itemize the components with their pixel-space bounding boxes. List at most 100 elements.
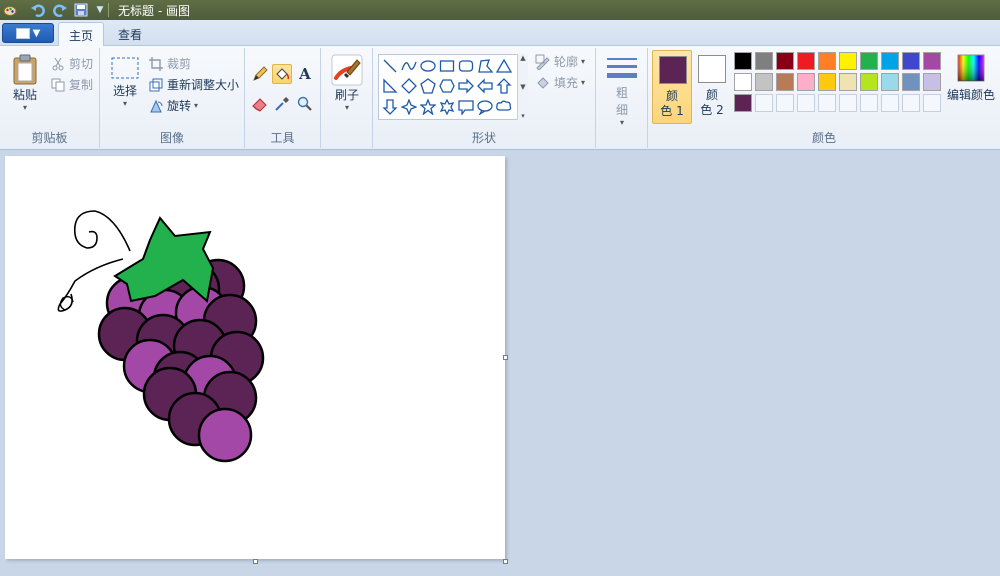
redo-icon[interactable] <box>52 2 68 18</box>
palette-swatch[interactable] <box>797 52 815 70</box>
palette-swatch[interactable] <box>902 94 920 112</box>
palette-swatch[interactable] <box>923 94 941 112</box>
palette-swatch[interactable] <box>902 52 920 70</box>
size-button[interactable]: 粗 细 ▾ <box>604 54 640 127</box>
undo-icon[interactable] <box>30 2 46 18</box>
outline-button[interactable]: 轮廓 ▾ <box>535 53 585 70</box>
shapes-scrollbar[interactable]: ▲ ▼ ▾ <box>517 54 528 120</box>
scroll-down-icon[interactable]: ▼ <box>520 83 525 91</box>
select-chevron-down-icon: ▾ <box>122 99 127 108</box>
fill-tool[interactable] <box>272 64 292 84</box>
palette-swatch[interactable] <box>734 73 752 91</box>
palette-swatch[interactable] <box>755 52 773 70</box>
copy-button[interactable]: 复制 <box>50 76 93 93</box>
paint-app-icon[interactable] <box>2 2 18 18</box>
five-point-star-shape-icon[interactable] <box>419 98 437 116</box>
palette-swatch[interactable] <box>881 73 899 91</box>
ribbon: 粘贴 ▾ 剪切 复制 剪贴板 选择 ▾ 裁剪 重新调整大小 旋转 ▾ 图像 A … <box>0 46 1000 150</box>
oval-shape-icon[interactable] <box>419 57 437 75</box>
palette-swatch[interactable] <box>755 73 773 91</box>
resize-handle-bottom[interactable] <box>253 559 258 564</box>
rotate-button[interactable]: 旋转 ▾ <box>148 97 198 114</box>
palette-swatch[interactable] <box>818 52 836 70</box>
oval-callout-shape-icon[interactable] <box>476 98 494 116</box>
four-point-star-shape-icon[interactable] <box>400 98 418 116</box>
paint-menu-button[interactable]: ▼ <box>2 23 54 43</box>
palette-swatch[interactable] <box>902 73 920 91</box>
palette-swatch[interactable] <box>923 52 941 70</box>
resize-handle-corner[interactable] <box>503 559 508 564</box>
colors-group-label: 颜色 <box>811 131 836 145</box>
polygon-shape-icon[interactable] <box>476 57 494 75</box>
palette-swatch[interactable] <box>818 94 836 112</box>
palette-swatch[interactable] <box>860 52 878 70</box>
edit-colors-button[interactable]: 编辑颜色 <box>946 54 996 103</box>
palette-swatch[interactable] <box>839 94 857 112</box>
brush-icon <box>331 54 363 86</box>
brushes-group: 刷子 ▾ <box>321 48 373 148</box>
color1-label-line1: 颜 <box>665 89 678 103</box>
palette-swatch[interactable] <box>776 52 794 70</box>
rectangular-callout-shape-icon[interactable] <box>457 98 475 116</box>
tab-view[interactable]: 查看 <box>108 22 152 46</box>
pencil-tool[interactable] <box>250 64 270 84</box>
palette-swatch[interactable] <box>860 94 878 112</box>
color2-label-line1: 颜 <box>705 88 718 102</box>
down-arrow-shape-icon[interactable] <box>381 98 399 116</box>
left-arrow-shape-icon[interactable] <box>476 77 494 95</box>
rectangle-shape-icon[interactable] <box>438 57 456 75</box>
chevron-down-icon: ▼ <box>32 27 41 39</box>
customize-toolbar-chevron-down-icon[interactable]: ▼ <box>92 2 108 18</box>
palette-swatch[interactable] <box>839 52 857 70</box>
tab-home[interactable]: 主页 <box>58 22 105 47</box>
select-button[interactable]: 选择 ▾ <box>108 56 142 108</box>
paste-button[interactable]: 粘贴 ▾ <box>8 54 42 112</box>
canvas-work-area[interactable] <box>0 151 1000 576</box>
palette-swatch[interactable] <box>734 52 752 70</box>
palette-swatch[interactable] <box>797 73 815 91</box>
right-arrow-shape-icon[interactable] <box>457 77 475 95</box>
color1-button[interactable]: 颜 色 1 <box>652 50 692 124</box>
outline-label: 轮廓 <box>554 55 579 69</box>
palette-swatch[interactable] <box>734 94 752 112</box>
color2-button[interactable]: 颜 色 2 <box>693 50 731 124</box>
diamond-shape-icon[interactable] <box>400 77 418 95</box>
resize-button[interactable]: 重新调整大小 <box>148 76 239 93</box>
cut-button[interactable]: 剪切 <box>50 55 93 72</box>
grape-berry <box>197 407 253 463</box>
tendril-upper <box>73 210 131 252</box>
palette-swatch[interactable] <box>776 94 794 112</box>
palette-swatch[interactable] <box>818 73 836 91</box>
six-point-star-shape-icon[interactable] <box>438 98 456 116</box>
eraser-tool[interactable] <box>250 94 270 114</box>
save-icon[interactable] <box>73 2 89 18</box>
right-triangle-shape-icon[interactable] <box>381 77 399 95</box>
palette-swatch[interactable] <box>881 94 899 112</box>
color-picker-tool[interactable] <box>272 94 292 114</box>
crop-button[interactable]: 裁剪 <box>148 55 191 72</box>
drawing-canvas[interactable] <box>5 156 505 559</box>
line-shape-icon[interactable] <box>381 57 399 75</box>
triangle-shape-icon[interactable] <box>495 57 513 75</box>
hexagon-shape-icon[interactable] <box>438 77 456 95</box>
scroll-up-icon[interactable]: ▲ <box>520 54 525 62</box>
up-arrow-shape-icon[interactable] <box>495 77 513 95</box>
resize-icon <box>148 77 164 93</box>
magnifier-tool[interactable] <box>295 94 315 114</box>
fill-button[interactable]: 填充 ▾ <box>535 74 585 91</box>
palette-swatch[interactable] <box>797 94 815 112</box>
pentagon-shape-icon[interactable] <box>419 77 437 95</box>
palette-swatch[interactable] <box>923 73 941 91</box>
rounded-rectangle-shape-icon[interactable] <box>457 57 475 75</box>
palette-swatch[interactable] <box>860 73 878 91</box>
curve-shape-icon[interactable] <box>400 57 418 75</box>
cloud-callout-shape-icon[interactable] <box>495 98 513 116</box>
expand-gallery-icon[interactable]: ▾ <box>521 112 525 120</box>
palette-swatch[interactable] <box>881 52 899 70</box>
palette-swatch[interactable] <box>755 94 773 112</box>
palette-swatch[interactable] <box>776 73 794 91</box>
brushes-button[interactable]: 刷子 ▾ <box>329 54 365 112</box>
resize-handle-right[interactable] <box>503 355 508 360</box>
palette-swatch[interactable] <box>839 73 857 91</box>
text-tool[interactable]: A <box>295 64 315 84</box>
